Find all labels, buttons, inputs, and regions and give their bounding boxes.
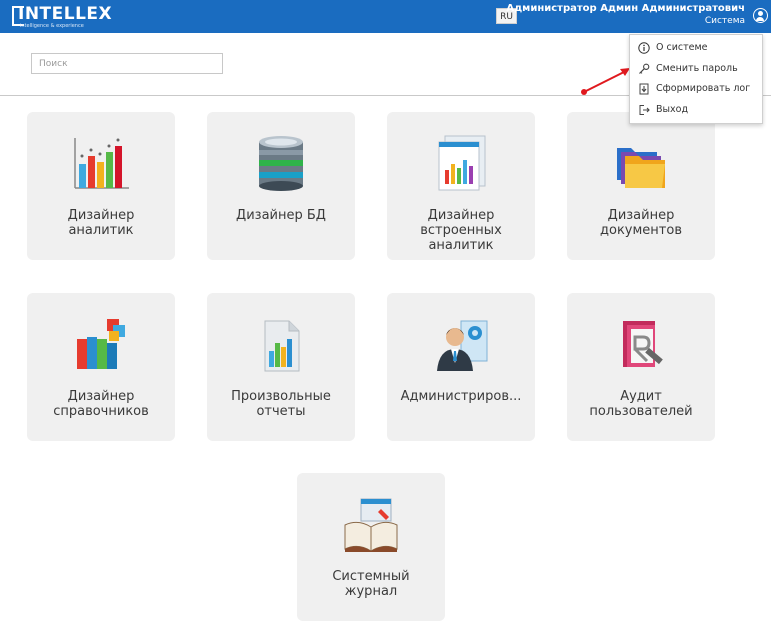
search-input[interactable] [31, 53, 223, 74]
tile-administration[interactable]: Администриров... [387, 293, 535, 441]
tile-label: Системный журнал [332, 569, 410, 599]
logout-icon [639, 105, 650, 115]
tile-label: Аудит пользователей [589, 389, 693, 419]
intellex-logo[interactable]: INTELLEX intelligence & experience [12, 4, 112, 30]
tile-embedded-analytics-designer[interactable]: Дизайнер встроенных аналитик [387, 112, 535, 260]
user-name[interactable]: Администратор Админ Администратович [506, 3, 745, 14]
tile-db-designer[interactable]: Дизайнер БД [207, 112, 355, 260]
custom-report-icon [264, 320, 300, 372]
annotation-arrow [581, 68, 630, 95]
tile-directories-designer[interactable]: Дизайнер справочников [27, 293, 175, 441]
logo-text: INTELLEX [18, 4, 113, 24]
audit-icon [623, 321, 663, 367]
key-icon [639, 63, 650, 74]
tile-label: Дизайнер аналитик [67, 208, 135, 238]
user-account-icon[interactable] [753, 8, 768, 23]
menu-item-label: Выход [656, 104, 689, 115]
tile-label: Дизайнер документов [600, 208, 682, 238]
info-icon [638, 42, 650, 54]
arrow-shaft [583, 69, 629, 93]
tile-label: Дизайнер встроенных аналитик [420, 208, 502, 253]
user-role: Система [704, 16, 745, 26]
folders-icon [617, 148, 665, 188]
admin-user-icon [437, 320, 488, 371]
menu-item-label: Сменить пароль [656, 63, 738, 74]
system-journal-icon [344, 498, 398, 552]
embedded-report-icon [438, 135, 486, 191]
top-header: INTELLEX intelligence & experience RU Ад… [0, 0, 771, 33]
menu-item-label: Сформировать лог [656, 83, 751, 94]
menu-item-logout[interactable]: Выход [638, 101, 760, 119]
tile-documents-designer[interactable]: Дизайнер документов [567, 112, 715, 260]
menu-item-label: О системе [656, 42, 708, 53]
menu-item-about[interactable]: О системе [638, 39, 760, 57]
menu-item-change-password[interactable]: Сменить пароль [638, 60, 760, 78]
bar-chart-icon [74, 138, 129, 189]
logo-tagline: intelligence & experience [20, 23, 84, 29]
books-icon [77, 319, 125, 369]
tile-user-audit[interactable]: Аудит пользователей [567, 293, 715, 441]
tile-label: Дизайнер БД [236, 208, 326, 223]
tile-label: Дизайнер справочников [53, 389, 149, 419]
tile-label: Администриров... [400, 389, 522, 404]
tile-analytics-designer[interactable]: Дизайнер аналитик [27, 112, 175, 260]
tile-system-journal[interactable]: Системный журнал [297, 473, 445, 621]
database-icon [259, 136, 303, 191]
download-log-icon [639, 83, 649, 95]
user-dropdown-menu: О системе Сменить пароль Сформировать ло… [629, 34, 763, 124]
menu-item-generate-log[interactable]: Сформировать лог [638, 80, 760, 98]
tile-label: Произвольные отчеты [231, 389, 331, 419]
tile-custom-reports[interactable]: Произвольные отчеты [207, 293, 355, 441]
